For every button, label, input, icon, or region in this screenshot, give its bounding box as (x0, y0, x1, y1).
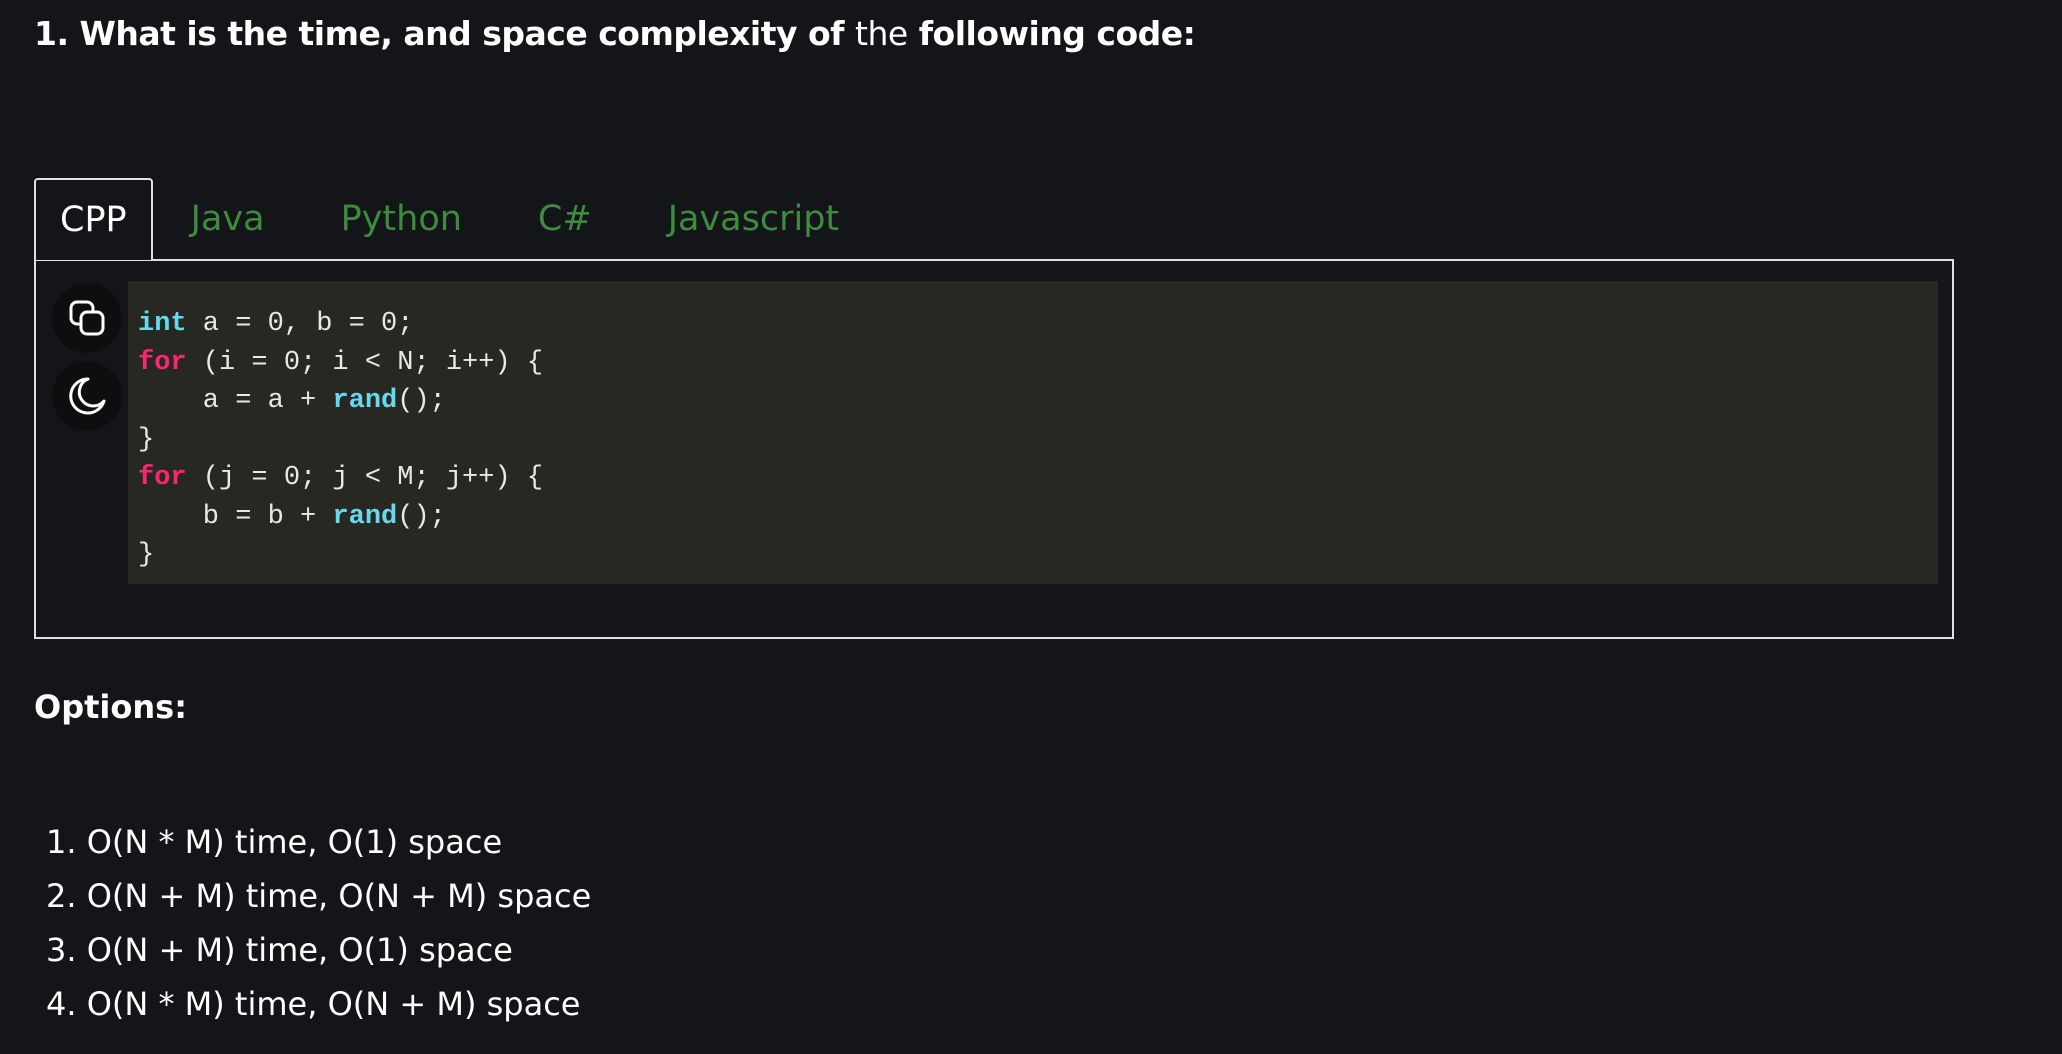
option-item[interactable]: 1. O(N * M) time, O(1) space (46, 815, 591, 869)
question-text-part1: 1. What is the time, and space complexit… (34, 14, 856, 53)
question-text-part2: the (855, 14, 908, 53)
code-token: a = 0, b = 0; (186, 309, 414, 339)
tab-java[interactable]: Java (153, 178, 303, 260)
question-title: 1. What is the time, and space complexit… (34, 14, 1196, 53)
code-text: int a = 0, b = 0; for (i = 0; i < N; i++… (138, 305, 543, 575)
code-token: rand (332, 501, 398, 532)
code-token: } (138, 540, 155, 570)
options-list: 1. O(N * M) time, O(1) space 2. O(N + M)… (46, 815, 591, 1031)
tab-csharp[interactable]: C# (500, 178, 630, 260)
code-token: b = b + (138, 501, 333, 532)
code-token: (i = 0; i < N; i++) { (186, 347, 544, 378)
code-block: int a = 0, b = 0; for (i = 0; i < N; i++… (128, 281, 1938, 584)
theme-toggle-button[interactable] (52, 361, 122, 431)
code-token: (); (397, 386, 446, 416)
language-tabs: CPP Java Python C# Javascript (34, 178, 877, 260)
option-item[interactable]: 2. O(N + M) time, O(N + M) space (46, 869, 591, 923)
tab-javascript[interactable]: Javascript (630, 178, 877, 260)
question-text-part3: following code: (907, 14, 1196, 53)
code-token: for (138, 347, 187, 378)
tab-python[interactable]: Python (303, 178, 500, 260)
copy-button[interactable] (52, 283, 122, 353)
code-token: } (138, 424, 155, 455)
code-token: (j = 0; j < M; j++) { (186, 463, 544, 493)
code-token: (); (397, 501, 446, 532)
code-token: rand (332, 386, 398, 416)
code-token: int (138, 309, 187, 339)
option-item[interactable]: 3. O(N + M) time, O(1) space (46, 923, 591, 977)
code-panel: int a = 0, b = 0; for (i = 0; i < N; i++… (34, 259, 1954, 639)
tab-cpp[interactable]: CPP (34, 178, 153, 260)
moon-icon (69, 377, 106, 415)
code-token: a = a + (138, 386, 333, 416)
options-title: Options: (34, 688, 187, 726)
option-item[interactable]: 4. O(N * M) time, O(N + M) space (46, 977, 591, 1031)
copy-icon (69, 300, 105, 336)
code-token: for (138, 463, 187, 493)
